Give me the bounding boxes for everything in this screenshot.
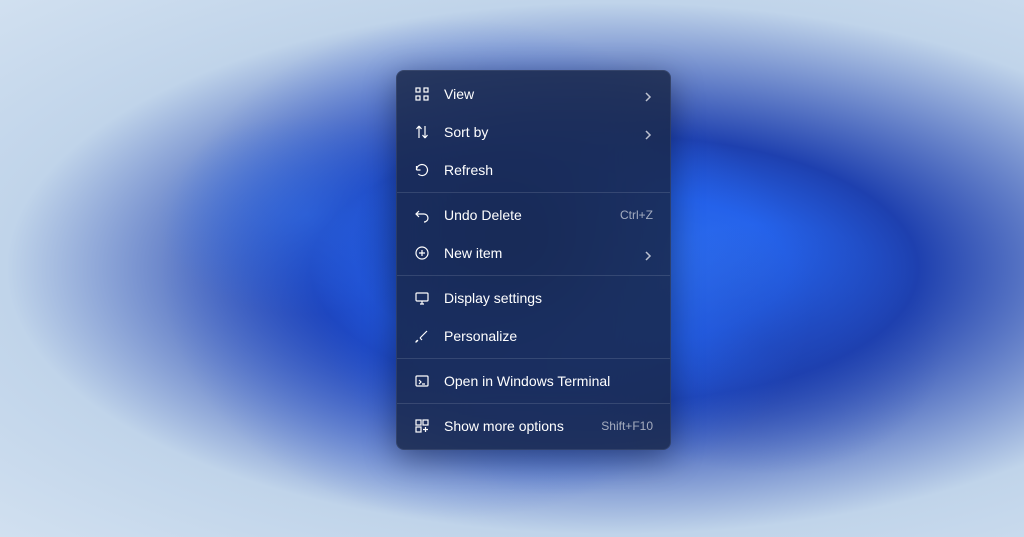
menu-separator	[397, 192, 670, 193]
brush-icon	[414, 328, 430, 344]
menu-item-open-terminal[interactable]: Open in Windows Terminal	[400, 362, 667, 400]
more-icon	[414, 418, 430, 434]
menu-label: Refresh	[444, 162, 653, 178]
menu-label: Open in Windows Terminal	[444, 373, 653, 389]
menu-label: Undo Delete	[444, 207, 612, 223]
sort-icon	[414, 124, 430, 140]
menu-separator	[397, 358, 670, 359]
menu-label: Display settings	[444, 290, 653, 306]
menu-separator	[397, 403, 670, 404]
menu-item-new-item[interactable]: New item	[400, 234, 667, 272]
grid-icon	[414, 86, 430, 102]
terminal-icon	[414, 373, 430, 389]
menu-separator	[397, 275, 670, 276]
menu-item-undo-delete[interactable]: Undo Delete Ctrl+Z	[400, 196, 667, 234]
chevron-right-icon	[643, 89, 653, 99]
menu-label: View	[444, 86, 635, 102]
menu-item-refresh[interactable]: Refresh	[400, 151, 667, 189]
menu-label: Sort by	[444, 124, 635, 140]
menu-shortcut: Shift+F10	[601, 419, 653, 433]
refresh-icon	[414, 162, 430, 178]
menu-item-display-settings[interactable]: Display settings	[400, 279, 667, 317]
desktop-context-menu: View Sort by Refresh Undo Delete Ctrl+Z …	[396, 70, 671, 450]
menu-label: Show more options	[444, 418, 593, 434]
chevron-right-icon	[643, 127, 653, 137]
menu-shortcut: Ctrl+Z	[620, 208, 653, 222]
menu-item-show-more[interactable]: Show more options Shift+F10	[400, 407, 667, 445]
menu-label: New item	[444, 245, 635, 261]
chevron-right-icon	[643, 248, 653, 258]
display-icon	[414, 290, 430, 306]
menu-label: Personalize	[444, 328, 653, 344]
undo-icon	[414, 207, 430, 223]
menu-item-view[interactable]: View	[400, 75, 667, 113]
plus-circle-icon	[414, 245, 430, 261]
menu-item-personalize[interactable]: Personalize	[400, 317, 667, 355]
menu-item-sort-by[interactable]: Sort by	[400, 113, 667, 151]
